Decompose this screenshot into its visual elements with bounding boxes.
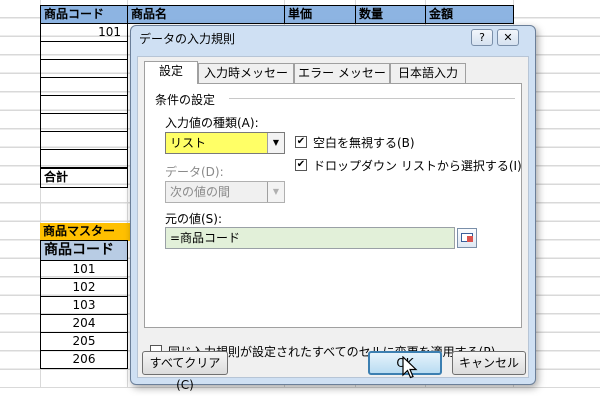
code-cell[interactable] xyxy=(40,41,128,60)
data-label: データ(D): xyxy=(165,165,224,179)
help-button[interactable]: ? xyxy=(471,29,493,46)
code-cell[interactable] xyxy=(40,95,128,114)
master-header-cell[interactable]: 商品コード xyxy=(40,240,128,261)
dialog-body: 設定 入力時メッセージ エラー メッセージ 日本語入力 条件の設定 入力値の種類… xyxy=(137,56,529,392)
master-code-cell[interactable]: 101 xyxy=(40,260,128,279)
close-button[interactable]: ✕ xyxy=(497,29,519,46)
chevron-down-icon: ▼ xyxy=(267,182,284,202)
total-cell[interactable]: 合計 xyxy=(40,168,128,188)
header-cell-price[interactable]: 単価 xyxy=(284,5,356,24)
header-cell-code[interactable]: 商品コード xyxy=(40,5,128,24)
master-title-cell[interactable]: 商品マスター xyxy=(40,223,130,241)
code-cell[interactable] xyxy=(40,131,128,150)
close-icon: ✕ xyxy=(503,31,513,44)
header-cell-amount[interactable]: 金額 xyxy=(425,5,514,24)
master-code-cell[interactable]: 204 xyxy=(40,314,128,333)
master-code-cell[interactable]: 102 xyxy=(40,278,128,297)
cancel-button[interactable]: キャンセル xyxy=(452,351,526,375)
section-label: 条件の設定 xyxy=(155,93,216,107)
dialog-title: データの入力規則 xyxy=(139,32,236,46)
mouse-cursor-icon xyxy=(402,356,418,379)
ignore-blank-label[interactable]: 空白を無視する(B) xyxy=(313,134,415,151)
tab-error-message[interactable]: エラー メッセージ xyxy=(294,63,390,98)
code-cell[interactable] xyxy=(40,77,128,96)
ignore-blank-checkbox[interactable]: ✔ xyxy=(295,136,307,148)
section-divider xyxy=(229,98,515,99)
type-select-value: リスト xyxy=(170,136,207,150)
header-cell-name[interactable]: 商品名 xyxy=(127,5,285,24)
tab-settings[interactable]: 設定 xyxy=(144,61,198,84)
type-label: 入力値の種類(A): xyxy=(165,116,259,130)
code-cell[interactable] xyxy=(40,59,128,78)
source-label: 元の値(S): xyxy=(165,212,223,226)
type-select[interactable]: リスト ▼ xyxy=(165,132,285,154)
range-select-button[interactable] xyxy=(457,228,477,248)
tab-input-message[interactable]: 入力時メッセージ xyxy=(198,63,294,98)
data-select-value: 次の値の間 xyxy=(170,185,231,199)
code-cell[interactable]: 101 xyxy=(40,23,128,42)
header-cell-quantity[interactable]: 数量 xyxy=(355,5,426,24)
help-icon: ? xyxy=(479,31,485,44)
clear-all-button[interactable]: すべてクリア(C) xyxy=(142,351,228,392)
dropdown-checkbox[interactable]: ✔ xyxy=(295,159,307,171)
data-select: 次の値の間 ▼ xyxy=(165,181,285,203)
tab-ime-mode[interactable]: 日本語入力 xyxy=(390,63,466,83)
settings-panel: 条件の設定 入力値の種類(A): リスト ▼ データ(D): 次の値の間 ▼ ✔… xyxy=(144,83,522,328)
master-code-cell[interactable]: 103 xyxy=(40,296,128,315)
range-select-icon-arrow xyxy=(467,236,473,242)
master-code-cell[interactable]: 206 xyxy=(40,350,128,369)
chevron-down-icon[interactable]: ▼ xyxy=(267,133,284,153)
master-code-cell[interactable]: 205 xyxy=(40,332,128,351)
code-cell[interactable] xyxy=(40,149,128,168)
data-validation-dialog: データの入力規則 ? ✕ 設定 入力時メッセージ エラー メッセージ 日本語入力… xyxy=(130,25,536,392)
code-cell[interactable] xyxy=(40,113,128,132)
dropdown-label[interactable]: ドロップダウン リストから選択する(I) xyxy=(313,157,522,174)
source-input[interactable]: =商品コード xyxy=(165,227,455,249)
